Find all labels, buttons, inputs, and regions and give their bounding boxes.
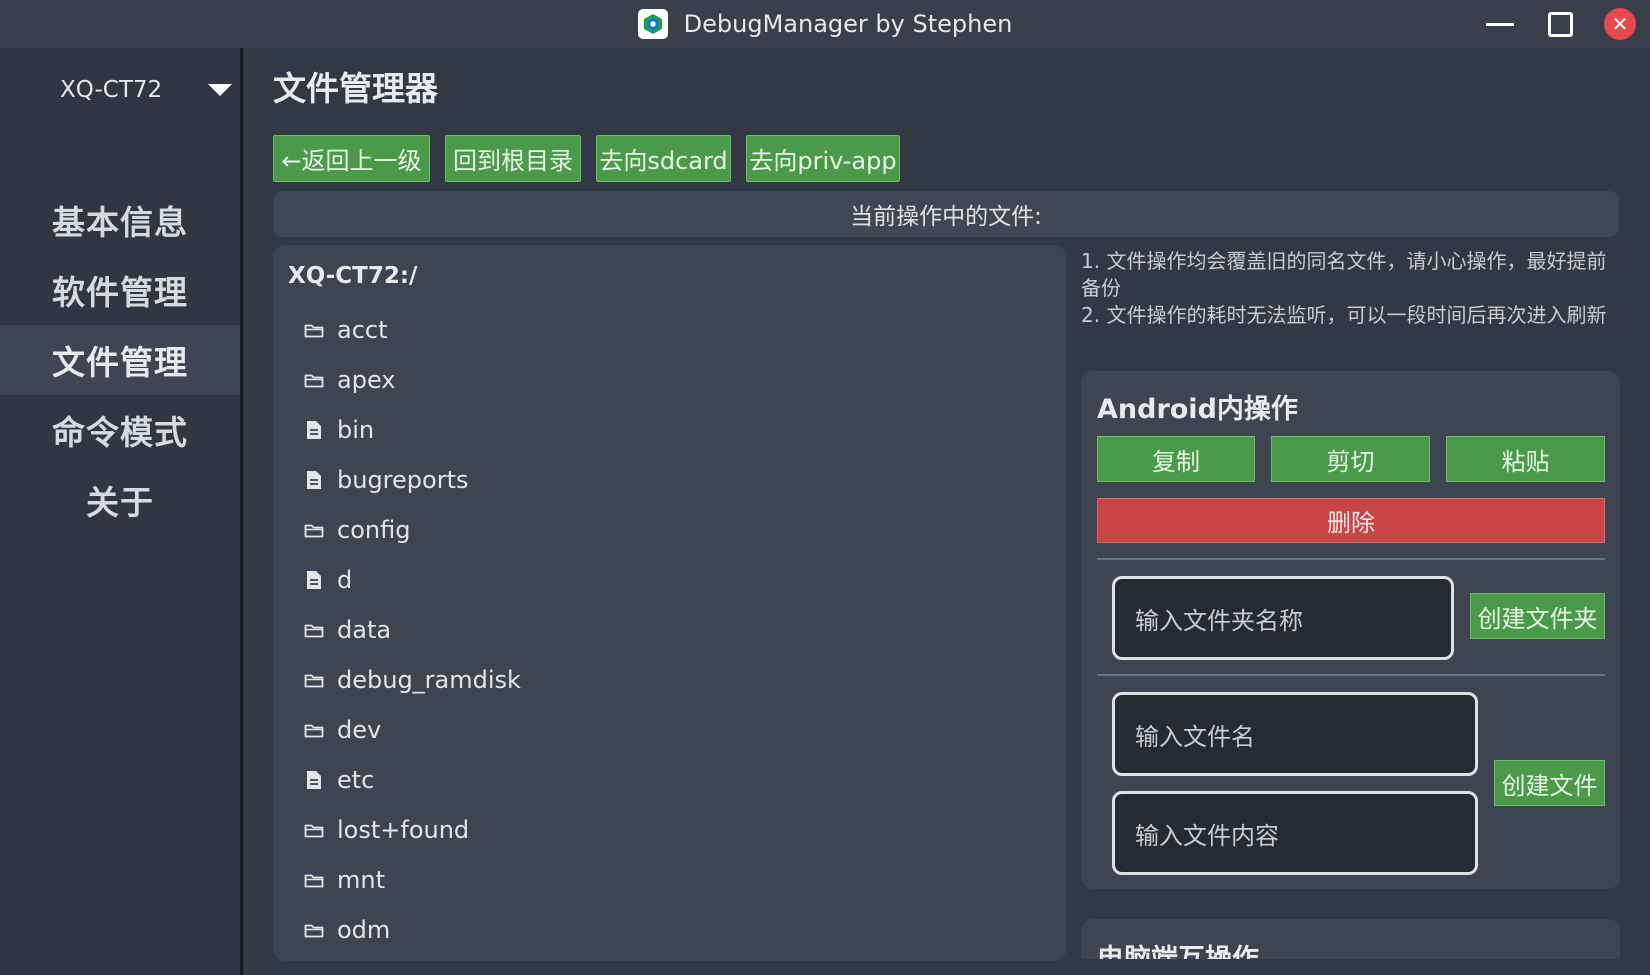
close-icon: ✕: [1604, 8, 1636, 40]
list-item[interactable]: dev: [303, 705, 1066, 755]
file-icon: [303, 770, 325, 790]
note-line-2: 2. 文件操作的耗时无法监听，可以一段时间后再次进入刷新: [1081, 303, 1607, 327]
folder-icon: [303, 820, 325, 840]
sidebar: XQ-CT72 基本信息 软件管理 文件管理 命令模式 关于: [0, 48, 240, 975]
folder-name-input[interactable]: 输入文件夹名称: [1112, 576, 1454, 660]
notes: 1. 文件操作均会覆盖旧的同名文件，请小心操作，最好提前备份 2. 文件操作的耗…: [1081, 248, 1621, 329]
sidebar-item-app-manager[interactable]: 软件管理: [0, 255, 240, 325]
divider: [1097, 558, 1605, 560]
file-name: mnt: [337, 866, 385, 894]
list-item[interactable]: lost+found: [303, 805, 1066, 855]
file-name: apex: [337, 366, 396, 394]
file-name: bin: [337, 416, 375, 444]
list-item[interactable]: mnt: [303, 855, 1066, 905]
file-name: bugreports: [337, 466, 469, 494]
folder-icon: [303, 920, 325, 940]
folder-icon: [303, 620, 325, 640]
sidebar-item-command-mode[interactable]: 命令模式: [0, 395, 240, 465]
goto-sdcard-button[interactable]: 去向sdcard: [596, 135, 731, 182]
minimize-button[interactable]: [1475, 0, 1525, 48]
sidebar-divider: [240, 48, 243, 975]
sidebar-item-file-manager[interactable]: 文件管理: [0, 325, 240, 395]
file-name: debug_ramdisk: [337, 666, 521, 694]
file-name: odm: [337, 916, 391, 944]
android-panel-title: Android内操作: [1097, 394, 1298, 425]
app-logo-icon: [637, 9, 668, 39]
list-item[interactable]: config: [303, 505, 1066, 555]
file-name: data: [337, 616, 392, 644]
list-item[interactable]: d: [303, 555, 1066, 605]
list-item[interactable]: apex: [303, 355, 1066, 405]
file-list: acct apex bin bugreports config d data debug_ra…: [303, 305, 1066, 955]
close-button[interactable]: ✕: [1595, 0, 1645, 48]
file-name: d: [337, 566, 353, 594]
scroll-clip: [1081, 959, 1620, 975]
create-file-button[interactable]: 创建文件: [1494, 760, 1605, 806]
current-path: XQ-CT72:/: [288, 263, 418, 289]
goto-priv-app-button[interactable]: 去向priv-app: [746, 135, 900, 182]
device-dropdown[interactable]: XQ-CT72: [60, 70, 240, 110]
list-item[interactable]: data: [303, 605, 1066, 655]
paste-button[interactable]: 粘贴: [1446, 436, 1605, 482]
folder-icon: [303, 520, 325, 540]
folder-icon: [303, 370, 325, 390]
maximize-button[interactable]: [1535, 0, 1585, 48]
file-name: lost+found: [337, 816, 470, 844]
folder-icon: [303, 320, 325, 340]
maximize-icon: [1547, 11, 1573, 37]
file-name: etc: [337, 766, 375, 794]
cut-button[interactable]: 剪切: [1271, 436, 1430, 482]
divider: [1097, 674, 1605, 676]
list-item[interactable]: bugreports: [303, 455, 1066, 505]
file-name: config: [337, 516, 411, 544]
file-icon: [303, 470, 325, 490]
minimize-icon: [1486, 22, 1514, 26]
pc-operations-panel: 电脑端互操作: [1081, 919, 1620, 959]
sidebar-item-basic-info[interactable]: 基本信息: [0, 185, 240, 255]
chevron-down-icon: [208, 84, 232, 96]
android-operations-panel: Android内操作 复制 剪切 粘贴 删除 输入文件夹名称 创建文件夹 输入文…: [1081, 371, 1620, 889]
title-bar: DebugManager by Stephen ✕: [0, 0, 1650, 48]
delete-button[interactable]: 删除: [1097, 498, 1605, 543]
list-item[interactable]: debug_ramdisk: [303, 655, 1066, 705]
copy-button[interactable]: 复制: [1097, 436, 1255, 482]
folder-icon: [303, 870, 325, 890]
back-button[interactable]: ←返回上一级: [273, 135, 430, 182]
folder-icon: [303, 670, 325, 690]
file-icon: [303, 570, 325, 590]
file-name-input[interactable]: 输入文件名: [1112, 692, 1478, 776]
window-title: DebugManager by Stephen: [683, 10, 1013, 38]
list-item[interactable]: bin: [303, 405, 1066, 455]
list-item[interactable]: etc: [303, 755, 1066, 805]
list-item[interactable]: acct: [303, 305, 1066, 355]
device-name: XQ-CT72: [60, 77, 163, 103]
note-line-1: 1. 文件操作均会覆盖旧的同名文件，请小心操作，最好提前备份: [1081, 249, 1607, 300]
sidebar-item-about[interactable]: 关于: [0, 465, 240, 535]
folder-icon: [303, 720, 325, 740]
create-folder-button[interactable]: 创建文件夹: [1470, 593, 1605, 639]
file-icon: [303, 420, 325, 440]
pc-panel-title: 电脑端互操作: [1097, 937, 1259, 959]
file-name: dev: [337, 716, 382, 744]
list-item[interactable]: odm: [303, 905, 1066, 955]
root-directory-button[interactable]: 回到根目录: [445, 135, 581, 182]
file-browser-panel: XQ-CT72:/ acct apex bin bugreports config d da…: [273, 245, 1066, 961]
page-title: 文件管理器: [273, 69, 438, 108]
file-content-input[interactable]: 输入文件内容: [1112, 791, 1478, 875]
current-file-label: 当前操作中的文件:: [273, 191, 1619, 237]
file-name: acct: [337, 316, 388, 344]
